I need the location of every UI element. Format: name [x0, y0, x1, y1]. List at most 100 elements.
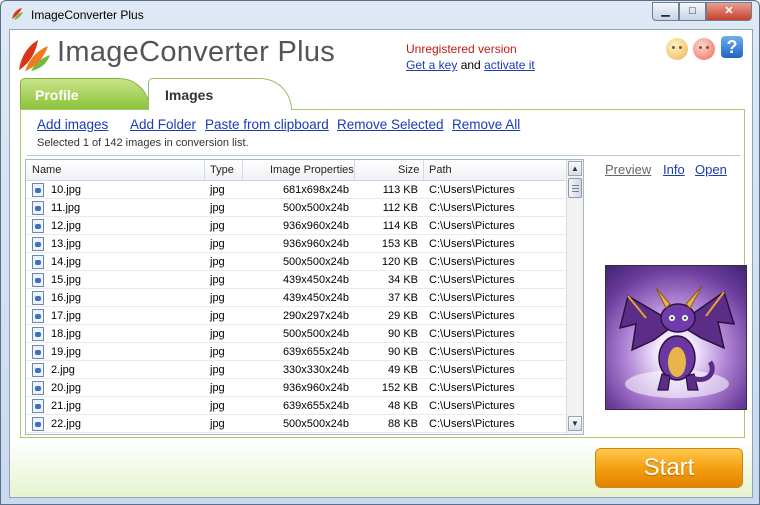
table-row[interactable]: 10.jpg jpg 681x698x24b 113 KB C:\Users\Pictu…	[26, 181, 566, 199]
app-window: ImageConverter Plus ▁ □ ✕ ImageConverter…	[0, 0, 760, 505]
cell-image-properties: 936x960x24b	[282, 382, 349, 394]
table-row[interactable]: 20.jpg jpg 936x960x24b 152 KB C:\Users\Pictu…	[26, 379, 566, 397]
cell-name: 21.jpg	[51, 400, 81, 412]
file-image-icon	[32, 363, 44, 377]
column-path[interactable]: Path	[429, 164, 452, 176]
column-divider[interactable]	[423, 160, 424, 181]
file-image-icon	[32, 381, 44, 395]
scroll-down-button[interactable]: ▼	[568, 416, 582, 431]
activate-link[interactable]: activate it	[484, 58, 535, 72]
table-row[interactable]: 19.jpg jpg 639x655x24b 90 KB C:\Users\Pictur…	[26, 343, 566, 361]
cell-image-properties: 936x960x24b	[282, 238, 349, 250]
cell-type: jpg	[210, 202, 225, 214]
app-logo-icon	[19, 40, 50, 71]
cell-image-properties: 639x655x24b	[282, 346, 349, 358]
cell-name: 11.jpg	[51, 202, 81, 214]
cell-type: jpg	[210, 274, 225, 286]
scroll-thumb[interactable]	[568, 178, 582, 198]
file-image-icon	[32, 183, 44, 197]
cell-path: C:\Users\Pictures	[429, 274, 515, 286]
table-row[interactable]: 11.jpg jpg 500x500x24b 112 KB C:\Users\Pictu…	[26, 199, 566, 217]
cell-path: C:\Users\Pictures	[429, 292, 515, 304]
table-row[interactable]: 18.jpg jpg 500x500x24b 90 KB C:\Users\Pictur…	[26, 325, 566, 343]
table-row[interactable]: 16.jpg jpg 439x450x24b 37 KB C:\Users\Pictur…	[26, 289, 566, 307]
happy-face-icon[interactable]	[666, 38, 688, 60]
cell-size: 112 KB	[382, 202, 418, 214]
column-divider[interactable]	[204, 160, 205, 181]
cell-size: 49 KB	[388, 364, 418, 376]
file-image-icon	[32, 201, 44, 215]
add-images-link[interactable]: Add images	[37, 117, 108, 132]
help-icon[interactable]: ?	[721, 36, 743, 58]
cell-size: 113 KB	[382, 184, 418, 196]
minimize-button[interactable]: ▁	[652, 2, 679, 21]
remove-all-link[interactable]: Remove All	[452, 117, 520, 132]
cell-path: C:\Users\Pictures	[429, 220, 515, 232]
cell-image-properties: 500x500x24b	[282, 418, 349, 430]
open-link[interactable]: Open	[695, 162, 727, 177]
cell-size: 90 KB	[388, 346, 418, 358]
cell-size: 152 KB	[381, 382, 418, 394]
table-row[interactable]: 2.jpg jpg 330x330x24b 49 KB C:\Users\Picture…	[26, 361, 566, 379]
column-type[interactable]: Type	[210, 164, 234, 176]
column-image-properties[interactable]: Image Properties	[270, 164, 354, 176]
cell-path: C:\Users\Pictures	[429, 256, 515, 268]
start-button[interactable]: Start	[595, 448, 743, 488]
table-row[interactable]: 21.jpg jpg 639x655x24b 48 KB C:\Users\Pictur…	[26, 397, 566, 415]
preview-link[interactable]: Preview	[605, 162, 651, 177]
get-key-link[interactable]: Get a key	[406, 58, 457, 72]
registration-links: Get a key and activate it	[406, 58, 535, 72]
cell-path: C:\Users\Pictures	[429, 328, 515, 340]
cell-size: 120 KB	[381, 256, 418, 268]
cell-name: 17.jpg	[51, 310, 81, 322]
cell-name: 15.jpg	[51, 274, 81, 286]
table-row[interactable]: 22.jpg jpg 500x500x24b 88 KB C:\Users\Pictur…	[26, 415, 566, 433]
cell-type: jpg	[210, 292, 225, 304]
cell-type: jpg	[210, 400, 225, 412]
client-area: ImageConverter Plus Unregistered version…	[9, 29, 753, 498]
cell-name: 12.jpg	[51, 220, 81, 232]
column-name[interactable]: Name	[32, 164, 61, 176]
scroll-up-button[interactable]: ▲	[568, 161, 582, 176]
table-row[interactable]: 12.jpg jpg 936x960x24b 114 KB C:\Users\Pictu…	[26, 217, 566, 235]
add-folder-link[interactable]: Add Folder	[130, 117, 196, 132]
table-row[interactable]: 13.jpg jpg 936x960x24b 153 KB C:\Users\Pictu…	[26, 235, 566, 253]
remove-selected-link[interactable]: Remove Selected	[337, 117, 444, 132]
app-icon	[12, 8, 23, 20]
cell-image-properties: 330x330x24b	[282, 364, 349, 376]
table-row[interactable]: 15.jpg jpg 439x450x24b 34 KB C:\Users\Pictur…	[26, 271, 566, 289]
cell-image-properties: 500x500x24b	[282, 328, 349, 340]
column-size[interactable]: Size	[398, 164, 419, 176]
file-image-icon	[32, 219, 44, 233]
app-title: ImageConverter Plus	[57, 36, 336, 68]
maximize-button[interactable]: □	[679, 2, 706, 21]
sad-face-icon[interactable]	[693, 38, 715, 60]
table-row[interactable]: 17.jpg jpg 290x297x24b 29 KB C:\Users\Pictur…	[26, 307, 566, 325]
images-panel: Add images Add Folder Paste from clipboa…	[20, 109, 747, 438]
cell-image-properties: 439x450x24b	[282, 274, 349, 286]
cell-name: 16.jpg	[51, 292, 81, 304]
file-image-icon	[32, 291, 44, 305]
title-bar[interactable]: ImageConverter Plus ▁ □ ✕	[1, 1, 759, 29]
file-image-icon	[32, 255, 44, 269]
cell-size: 29 KB	[388, 310, 418, 322]
image-list[interactable]: Name Type Image Properties Size Path 10.…	[25, 159, 584, 435]
cell-size: 153 KB	[381, 238, 418, 250]
cell-image-properties: 681x698x24b	[282, 184, 349, 196]
column-divider[interactable]	[242, 160, 243, 181]
file-image-icon	[32, 417, 44, 431]
cell-path: C:\Users\Pictures	[429, 346, 515, 358]
table-row[interactable]: 14.jpg jpg 500x500x24b 120 KB C:\Users\Pictu…	[26, 253, 566, 271]
info-link[interactable]: Info	[663, 162, 685, 177]
column-divider[interactable]	[354, 160, 355, 181]
close-button[interactable]: ✕	[706, 2, 752, 21]
cell-type: jpg	[210, 310, 225, 322]
cell-size: 48 KB	[388, 400, 418, 412]
file-image-icon	[32, 345, 44, 359]
cell-size: 88 KB	[388, 418, 418, 430]
selection-status: Selected 1 of 142 images in conversion l…	[37, 137, 249, 149]
paste-clipboard-link[interactable]: Paste from clipboard	[205, 117, 329, 132]
tab-profile[interactable]: Profile	[20, 78, 150, 109]
vertical-scrollbar[interactable]: ▲ ▼	[566, 160, 583, 434]
tab-images[interactable]: Images	[148, 78, 292, 110]
